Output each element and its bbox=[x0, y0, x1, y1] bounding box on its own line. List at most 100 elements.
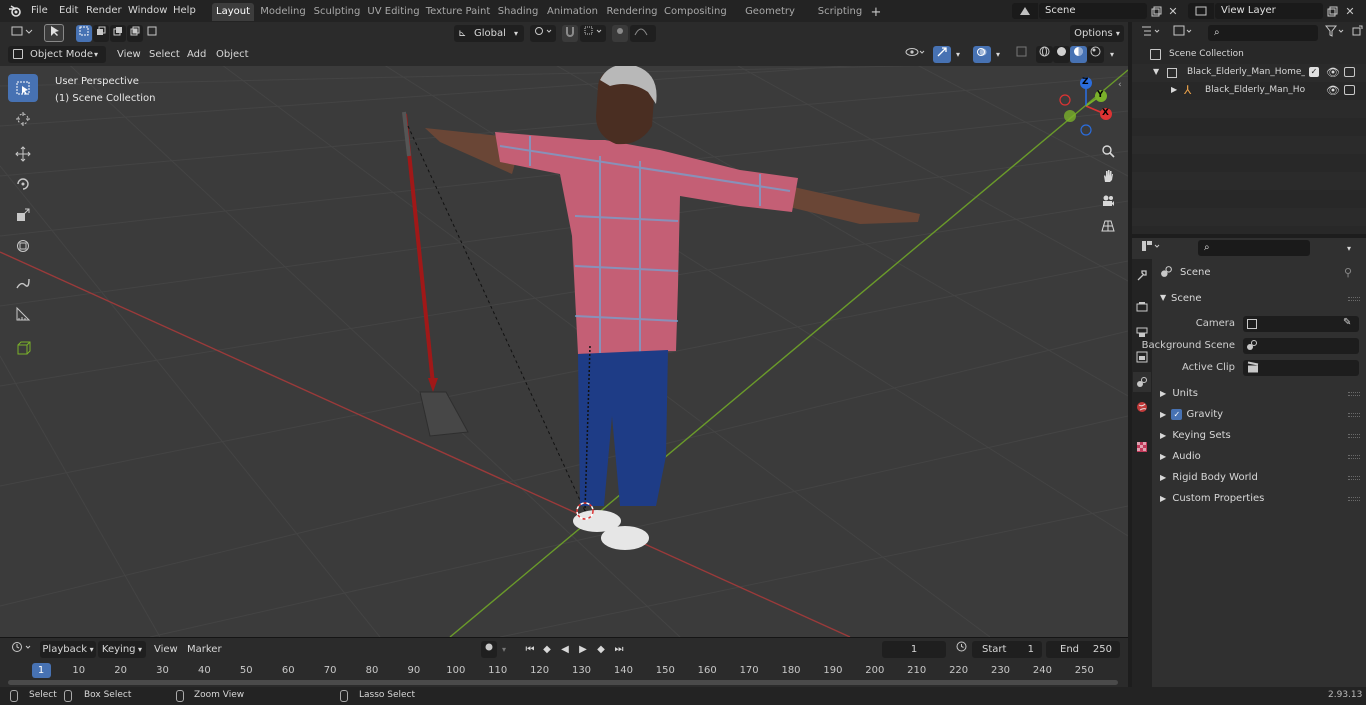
filter-icon[interactable] bbox=[1322, 25, 1348, 42]
tab-scripting[interactable]: Scripting bbox=[814, 3, 866, 21]
snap-toggle-icon[interactable] bbox=[562, 25, 578, 42]
3d-viewport[interactable]: Z X Y User Perspective (1) Scene Collect… bbox=[0, 66, 1128, 637]
object-mode-dropdown[interactable]: Object Mode ▾ bbox=[8, 46, 106, 63]
background-scene-field[interactable] bbox=[1243, 338, 1359, 354]
gizmo-toggle-icon[interactable] bbox=[933, 46, 951, 63]
auto-keying-dropdown-icon[interactable]: ▾ bbox=[498, 641, 510, 658]
tab-compositing[interactable]: Compositing bbox=[664, 3, 727, 21]
timeline-scrollbar[interactable] bbox=[8, 680, 1118, 685]
menu-render[interactable]: Render bbox=[86, 3, 122, 19]
outliner-row-object[interactable]: ▶ ⅄ Black_Elderly_Man_Home 👁 bbox=[1132, 82, 1366, 100]
scene-selector-icon[interactable] bbox=[1012, 3, 1038, 19]
add-workspace-icon[interactable]: + bbox=[868, 4, 884, 20]
camera-field[interactable]: ✎ bbox=[1243, 316, 1359, 332]
render-camera-icon[interactable] bbox=[1344, 85, 1355, 95]
timeline-menu-view[interactable]: View bbox=[154, 642, 178, 658]
tab-geometry-nodes[interactable]: Geometry Nodes bbox=[730, 3, 810, 35]
pan-view-hand-icon[interactable] bbox=[1097, 165, 1119, 187]
shading-wireframe-icon[interactable] bbox=[1036, 46, 1053, 63]
tool-select-box[interactable] bbox=[8, 74, 38, 102]
tab-sculpting[interactable]: Sculpting bbox=[312, 3, 362, 21]
display-mode-dropdown[interactable] bbox=[1170, 25, 1198, 42]
subpanel-keying-sets[interactable]: ▶ Keying Sets bbox=[1160, 427, 1231, 445]
proportional-edit-icon[interactable] bbox=[612, 25, 628, 42]
eyedropper-icon[interactable]: ✎ bbox=[1343, 317, 1351, 328]
select-mode-new-icon[interactable] bbox=[76, 25, 92, 42]
sidebar-toggle-icon[interactable]: ‹ bbox=[1118, 80, 1122, 90]
outliner-row-collection[interactable]: ▼ Black_Elderly_Man_Home_Sty ✓ 👁 bbox=[1132, 64, 1366, 82]
visibility-eye-icon[interactable] bbox=[902, 46, 928, 63]
render-camera-icon[interactable] bbox=[1344, 67, 1355, 77]
tab-world-icon[interactable] bbox=[1133, 397, 1151, 417]
xray-toggle-icon[interactable] bbox=[1013, 46, 1029, 63]
jump-to-start-icon[interactable]: ⏮ bbox=[522, 641, 538, 658]
drag-handle-icon[interactable] bbox=[1348, 392, 1360, 396]
tab-scene-icon[interactable] bbox=[1133, 372, 1151, 392]
properties-search-input[interactable]: ⌕ bbox=[1198, 240, 1310, 256]
drag-handle-icon[interactable] bbox=[1348, 434, 1360, 438]
perspective-toggle-icon[interactable] bbox=[1097, 215, 1119, 237]
drag-handle-icon[interactable] bbox=[1348, 413, 1360, 417]
new-collection-icon[interactable] bbox=[1350, 25, 1364, 42]
shading-material-icon[interactable] bbox=[1070, 46, 1087, 63]
jump-to-end-icon[interactable]: ⏭ bbox=[611, 641, 627, 658]
expand-arrow-icon[interactable]: ▶ bbox=[1171, 85, 1177, 94]
editor-type-button[interactable] bbox=[8, 25, 36, 42]
viewport-menu-view[interactable]: View bbox=[117, 47, 141, 63]
active-clip-field[interactable] bbox=[1243, 360, 1359, 376]
start-frame-field[interactable]: Start 1 bbox=[972, 641, 1042, 658]
playback-dropdown[interactable]: Playback ▾ bbox=[40, 641, 96, 658]
zoom-view-icon[interactable] bbox=[1097, 140, 1119, 162]
tab-texture-icon[interactable] bbox=[1133, 437, 1151, 457]
tab-rendering[interactable]: Rendering bbox=[604, 3, 660, 21]
duplicate-scene-icon[interactable] bbox=[1148, 3, 1164, 19]
visibility-eye-icon[interactable]: 👁 bbox=[1326, 84, 1340, 97]
tab-modeling[interactable]: Modeling bbox=[258, 3, 308, 21]
subpanel-custom-properties[interactable]: ▶ Custom Properties bbox=[1160, 490, 1264, 508]
tool-move[interactable] bbox=[8, 140, 38, 168]
select-mode-subtract-icon[interactable] bbox=[110, 25, 126, 42]
tool-measure[interactable] bbox=[8, 300, 38, 328]
tool-rotate[interactable] bbox=[8, 170, 38, 198]
select-tool-button[interactable] bbox=[44, 24, 64, 42]
exclude-checkbox-icon[interactable]: ✓ bbox=[1309, 67, 1319, 77]
tool-add-cube[interactable] bbox=[8, 334, 38, 362]
view-layer-selector-icon[interactable] bbox=[1188, 3, 1214, 19]
select-mode-invert-icon[interactable] bbox=[144, 25, 160, 42]
tool-cursor[interactable] bbox=[8, 105, 38, 133]
scene-section-header[interactable]: ▼ Scene bbox=[1154, 290, 1364, 308]
subpanel-rigid-body-world[interactable]: ▶ Rigid Body World bbox=[1160, 469, 1258, 487]
tab-texture-paint[interactable]: Texture Paint bbox=[425, 3, 491, 21]
timeline-editor-type-button[interactable] bbox=[8, 641, 36, 658]
timeline-menu-marker[interactable]: Marker bbox=[187, 642, 222, 658]
subpanel-audio[interactable]: ▶ Audio bbox=[1160, 448, 1201, 466]
scene-name-field[interactable]: Scene bbox=[1039, 3, 1147, 19]
drag-handle-icon[interactable] bbox=[1348, 497, 1360, 501]
shading-rendered-icon[interactable] bbox=[1087, 46, 1104, 63]
tab-layout[interactable]: Layout bbox=[212, 3, 254, 21]
shading-solid-icon[interactable] bbox=[1053, 46, 1070, 63]
properties-editor-type-button[interactable] bbox=[1138, 240, 1166, 257]
tool-annotate[interactable] bbox=[8, 269, 38, 297]
play-reverse-icon[interactable]: ◀ bbox=[557, 641, 573, 658]
timeline-ruler[interactable]: 1 10 20 30 40 50 60 70 80 90 100 110 120 130 140 150 160… bbox=[0, 663, 1128, 679]
tab-animation[interactable]: Animation bbox=[545, 3, 600, 21]
transform-orientation-dropdown[interactable]: Global ⊾ ▾ bbox=[454, 25, 524, 42]
menu-help[interactable]: Help bbox=[173, 3, 196, 19]
select-mode-intersect-icon[interactable] bbox=[127, 25, 143, 42]
viewport-menu-object[interactable]: Object bbox=[216, 47, 249, 63]
subpanel-gravity[interactable]: ▶ ✓ Gravity bbox=[1160, 406, 1223, 424]
proportional-falloff-icon[interactable] bbox=[630, 25, 656, 42]
duplicate-view-layer-icon[interactable] bbox=[1324, 3, 1340, 19]
preview-range-clock-icon[interactable] bbox=[953, 641, 969, 658]
viewport-menu-add[interactable]: Add bbox=[187, 47, 206, 63]
close-scene-icon[interactable]: ✕ bbox=[1166, 3, 1180, 19]
select-mode-extend-icon[interactable] bbox=[93, 25, 109, 42]
expand-arrow-icon[interactable]: ▼ bbox=[1153, 67, 1159, 76]
auto-keying-record-icon[interactable] bbox=[481, 641, 497, 658]
tab-render-icon[interactable] bbox=[1133, 297, 1151, 317]
shading-dropdown-icon[interactable]: ▾ bbox=[1106, 46, 1118, 63]
blender-logo-icon[interactable] bbox=[6, 3, 24, 19]
end-frame-field[interactable]: End 250 bbox=[1046, 641, 1120, 658]
gizmo-dropdown-icon[interactable]: ▾ bbox=[951, 46, 965, 63]
